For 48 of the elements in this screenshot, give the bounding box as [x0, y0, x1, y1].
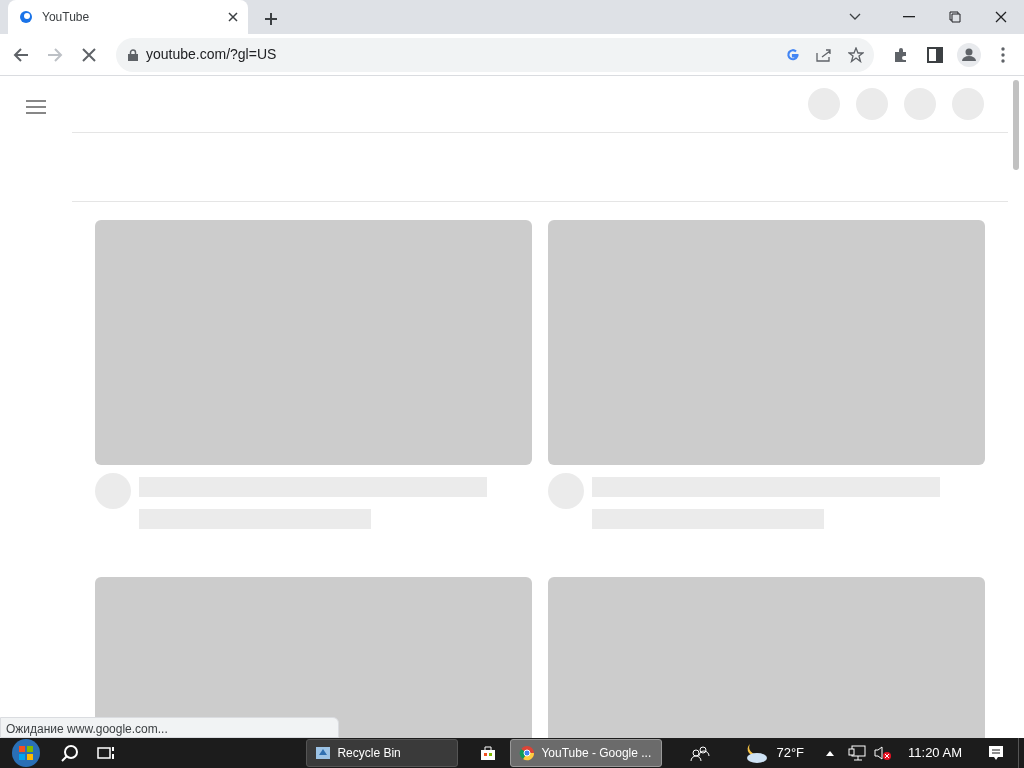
message-icon: [988, 745, 1004, 761]
puzzle-icon: [893, 46, 909, 63]
close-icon: [228, 12, 238, 22]
weather-button[interactable]: 72°F: [742, 742, 805, 764]
people-icon: [690, 745, 711, 761]
caret-up-icon: [826, 750, 835, 756]
lock-icon: [128, 48, 138, 61]
clock[interactable]: 11:20 AM: [908, 743, 962, 763]
status-text: Ожидание www.google.com...: [0, 717, 339, 738]
windows-logo-icon: [11, 738, 41, 768]
stop-icon: [82, 47, 96, 62]
tab-title: YouTube: [42, 9, 91, 26]
more-vertical-icon: [1001, 46, 1005, 63]
plus-icon: [264, 12, 278, 26]
recycle-bin-icon: [315, 745, 332, 761]
new-tab-button[interactable]: [264, 12, 278, 26]
bookmark-button[interactable]: [848, 46, 864, 63]
close-icon: [995, 11, 1007, 23]
google-g-icon: [786, 47, 800, 62]
search-icon: [61, 744, 79, 762]
hamburger-menu-icon: [26, 100, 46, 114]
network-button[interactable]: [848, 745, 867, 761]
task-view-icon: [97, 745, 115, 761]
back-arrow-icon: [13, 46, 29, 63]
profile-icon: [957, 42, 981, 67]
volume-button[interactable]: [874, 745, 893, 761]
side-panel-icon: [927, 46, 943, 63]
close-tab-button[interactable]: [228, 12, 238, 22]
forward-arrow-icon: [47, 46, 63, 63]
taskbar-button[interactable]: YouTube - Google ...: [510, 739, 663, 767]
star-icon: [848, 46, 864, 63]
browser-icon: [519, 745, 536, 761]
shopping-bag-icon: [480, 745, 497, 761]
google-lens-button[interactable]: [786, 47, 800, 62]
address-bar[interactable]: youtube.com/?gl=US: [116, 37, 874, 72]
taskbar-button[interactable]: Recycle Bin: [306, 739, 459, 767]
menu-button[interactable]: [26, 100, 46, 114]
network-icon: [848, 745, 867, 761]
url-text: youtube.com/?gl=US: [146, 45, 278, 64]
muted-speaker-icon: [874, 745, 893, 761]
browser-tab[interactable]: YouTube: [8, 0, 248, 34]
share-icon: [816, 47, 832, 62]
minimize-icon: [903, 16, 915, 18]
globe-icon: [18, 9, 34, 25]
restore-icon: [949, 11, 961, 23]
chevron-down-icon: [849, 13, 861, 21]
scrollbar-thumb[interactable]: [1013, 80, 1019, 170]
share-button[interactable]: [816, 47, 832, 62]
